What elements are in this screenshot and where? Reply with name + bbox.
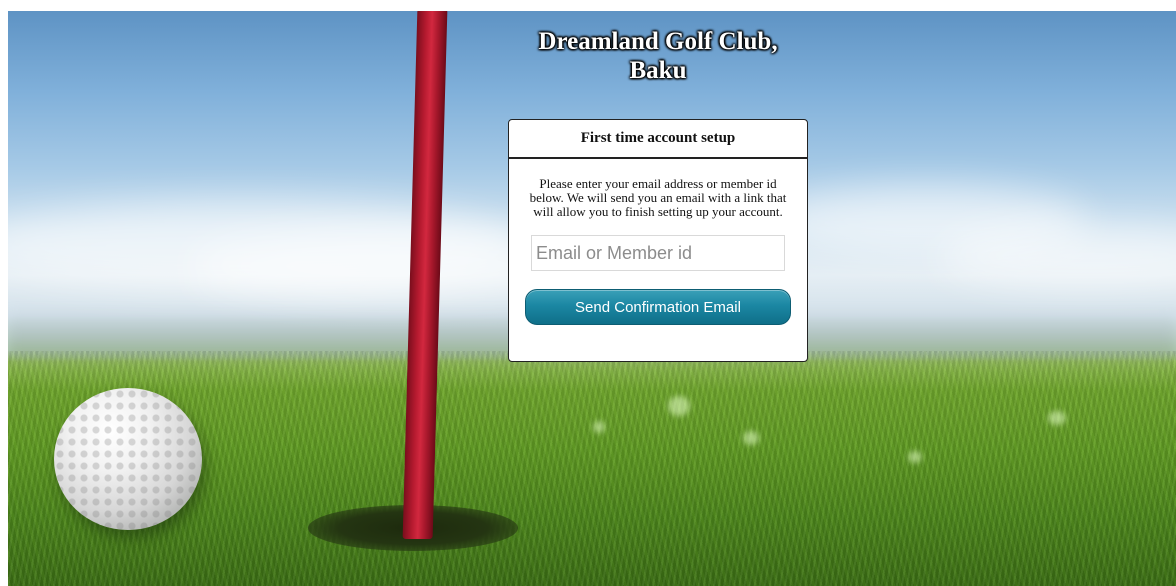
light-bokeh xyxy=(908,451,922,463)
light-bokeh xyxy=(743,431,759,445)
club-title: Dreamland Golf Club, Baku xyxy=(538,28,778,84)
panel-description: Please enter your email address or membe… xyxy=(529,176,787,219)
light-bokeh xyxy=(593,421,605,433)
send-confirmation-email-button[interactable]: Send Confirmation Email xyxy=(525,289,791,325)
email-or-member-id-input[interactable] xyxy=(531,235,785,271)
light-bokeh xyxy=(1048,411,1066,425)
panel-heading: First time account setup xyxy=(509,120,807,159)
account-setup-panel: First time account setup Please enter yo… xyxy=(508,119,808,362)
light-bokeh xyxy=(668,396,690,416)
golf-ball xyxy=(54,388,202,530)
